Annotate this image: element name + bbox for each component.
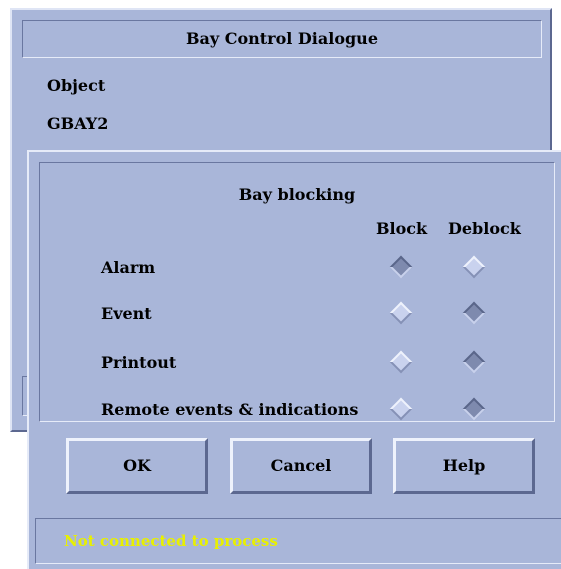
cancel-button[interactable]: Cancel — [230, 438, 372, 494]
status-bar: Not connected to process — [35, 518, 561, 564]
bay-blocking-title: Bay blocking — [238, 185, 356, 204]
block-column-header: Block — [376, 219, 428, 238]
row-label-event: Event — [101, 304, 152, 323]
remote-events-deblock-radio[interactable] — [462, 397, 486, 421]
alarm-block-radio[interactable] — [389, 255, 413, 279]
remote-events-block-radio[interactable] — [389, 397, 413, 421]
printout-deblock-radio[interactable] — [462, 350, 486, 374]
bay-blocking-panel: Bay blocking Block Deblock Alarm Event P… — [39, 162, 555, 422]
row-label-printout: Printout — [101, 353, 177, 372]
row-label-alarm: Alarm — [101, 258, 156, 277]
deblock-column-header: Deblock — [448, 219, 521, 238]
alarm-deblock-radio[interactable] — [462, 255, 486, 279]
object-label: Object — [47, 76, 106, 95]
ok-button[interactable]: OK — [66, 438, 208, 494]
object-value: GBAY2 — [47, 114, 109, 133]
event-block-radio[interactable] — [389, 301, 413, 325]
dialog-title: Bay Control Dialogue — [22, 20, 542, 58]
help-button[interactable]: Help — [393, 438, 535, 494]
event-deblock-radio[interactable] — [462, 301, 486, 325]
printout-block-radio[interactable] — [389, 350, 413, 374]
row-label-remote-events: Remote events & indications — [101, 400, 359, 419]
bay-blocking-dialog: Bay blocking Block Deblock Alarm Event P… — [27, 150, 561, 569]
